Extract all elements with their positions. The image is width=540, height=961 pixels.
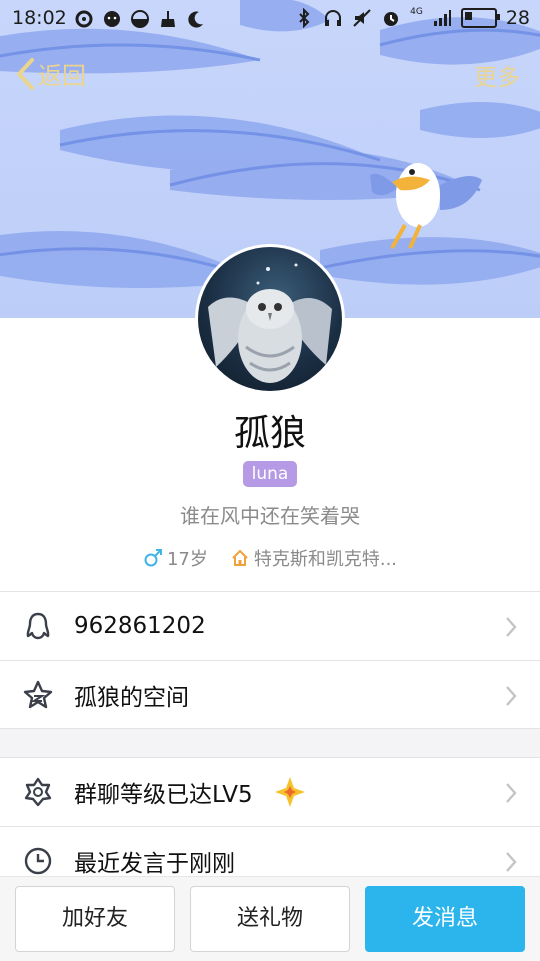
signal-icon <box>433 10 451 26</box>
last-spoke-label: 最近发言于刚刚 <box>74 851 235 877</box>
broom-icon <box>161 11 175 27</box>
status-bar: 18:02 4G 28 <box>0 0 540 38</box>
chevron-left-icon <box>17 57 34 90</box>
chevron-right-icon <box>506 686 517 706</box>
mute-icon <box>353 9 371 27</box>
clock-icon <box>24 847 52 875</box>
qq-number-row[interactable]: 962861202 <box>0 592 540 660</box>
send-message-button[interactable]: 发消息 <box>365 886 525 952</box>
group-level-star-icon <box>24 777 52 807</box>
profile-location: 特克斯和凯克特... <box>253 549 398 570</box>
swirl-app-icon <box>75 10 93 28</box>
bluetooth-icon <box>299 8 310 28</box>
qzone-star-icon <box>23 680 53 709</box>
send-gift-button[interactable]: 送礼物 <box>190 886 350 952</box>
sparkle-badge-icon <box>275 777 305 807</box>
qzone-row[interactable]: 孤狼的空间 <box>0 661 540 729</box>
headphones-icon <box>325 10 342 26</box>
home-icon <box>232 549 248 566</box>
divider <box>0 728 540 729</box>
chevron-right-icon <box>506 852 517 872</box>
chevron-right-icon <box>506 617 517 637</box>
group-level-label: 群聊等级已达LV5 <box>74 782 253 808</box>
nav-bar: 返回 更多 <box>0 52 540 96</box>
qq-number-label: 962861202 <box>74 613 206 639</box>
status-time: 18:02 <box>12 7 67 29</box>
owl-avatar-image <box>208 263 332 383</box>
bottom-action-bar: 加好友 送礼物 发消息 <box>0 876 540 961</box>
add-friend-button[interactable]: 加好友 <box>15 886 175 952</box>
profile-tag-badge: luna <box>243 461 297 487</box>
profile-name: 孤狼 <box>233 413 306 454</box>
group-level-row[interactable]: 群聊等级已达LV5 <box>0 758 540 826</box>
avatar[interactable] <box>195 244 345 394</box>
back-label: 返回 <box>38 62 86 90</box>
profile-signature: 谁在风中还在笑着哭 <box>180 504 360 528</box>
qq-penguin-icon <box>26 612 50 640</box>
section-gap <box>0 728 540 758</box>
chat-bubble-icon <box>104 11 120 27</box>
profile-meta: 17岁 特克斯和凯克特... <box>0 545 540 571</box>
battery-percent: 28 <box>505 7 530 29</box>
half-circle-icon <box>131 10 149 28</box>
more-button[interactable]: 更多 <box>474 58 520 92</box>
chevron-right-icon <box>506 783 517 803</box>
profile-age: 17岁 <box>166 549 208 570</box>
back-button[interactable]: 返回 <box>14 56 86 91</box>
alarm-icon <box>384 12 399 26</box>
network-type: 4G <box>410 7 423 17</box>
battery-icon <box>460 8 500 28</box>
moon-icon <box>188 11 203 28</box>
male-gender-icon <box>144 549 162 567</box>
qzone-label: 孤狼的空间 <box>74 685 189 711</box>
